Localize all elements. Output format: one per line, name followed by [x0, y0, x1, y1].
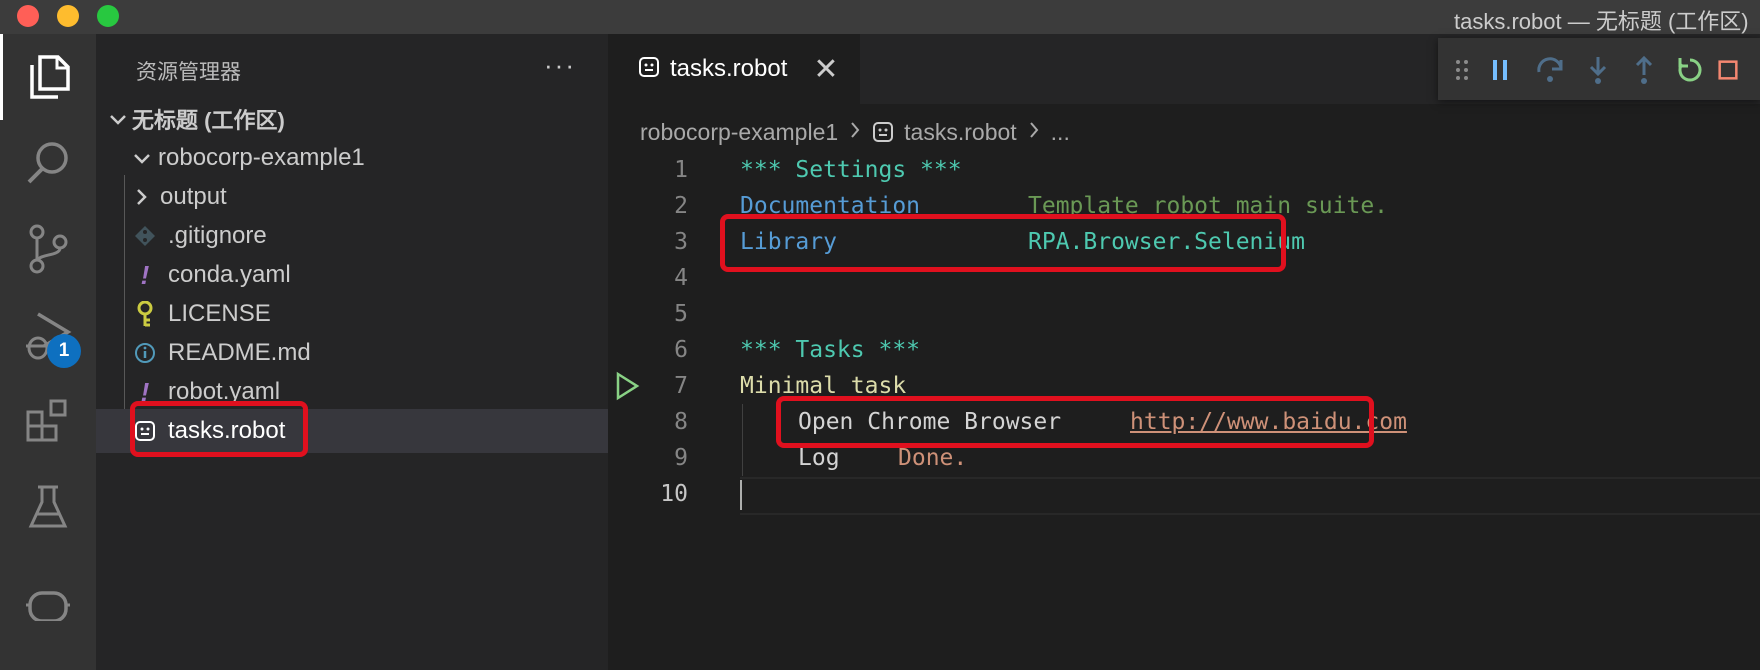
- step-out-icon[interactable]: [1626, 52, 1662, 88]
- robocorp-activity[interactable]: [0, 566, 96, 636]
- drag-handle-icon[interactable]: [1444, 52, 1480, 88]
- tree-item-output[interactable]: output: [96, 175, 608, 219]
- line-number: 9: [674, 445, 688, 471]
- line-number: 2: [674, 193, 688, 219]
- step-over-icon[interactable]: [1532, 52, 1568, 88]
- highlight-box-library: [720, 214, 1286, 272]
- line-number: 5: [674, 301, 688, 327]
- tree-item-license[interactable]: LICENSE: [96, 292, 608, 336]
- tree-item-label: conda.yaml: [168, 261, 291, 288]
- pause-icon[interactable]: [1482, 52, 1518, 88]
- code-line: 5: [608, 296, 1760, 332]
- files-icon: [29, 55, 70, 99]
- restart-icon[interactable]: [1672, 52, 1708, 88]
- line-number: 8: [674, 409, 688, 435]
- text-cursor: [740, 480, 742, 510]
- highlight-box-open-browser: [776, 396, 1374, 448]
- tree-item-label: README.md: [168, 339, 311, 366]
- tree-item-readme[interactable]: README.md: [96, 331, 608, 375]
- chevron-right-icon: [1029, 119, 1039, 145]
- robot-icon: [26, 591, 70, 621]
- highlight-box-tasks-robot: [130, 401, 308, 457]
- source-control-activity[interactable]: [0, 206, 96, 292]
- indent-guide: [742, 404, 743, 476]
- line-number: 10: [660, 481, 688, 507]
- close-icon[interactable]: ✕: [813, 52, 838, 87]
- chevron-right-icon: [850, 119, 860, 145]
- search-activity[interactable]: [0, 120, 96, 206]
- explorer-sidebar: 资源管理器 ··· 无标题 (工作区) robocorp-example1 ou…: [96, 34, 608, 670]
- tree-item-gitignore[interactable]: .gitignore: [96, 214, 608, 258]
- title-bar: tasks.robot — 无标题 (工作区): [0, 0, 1760, 34]
- tab-bar: tasks.robot ✕: [608, 34, 1760, 104]
- code-line: 1 *** Settings ***: [608, 152, 1760, 188]
- minimize-window-button[interactable]: [57, 5, 79, 27]
- chevron-right-icon: [130, 188, 154, 206]
- tree-item-conda-yaml[interactable]: ! conda.yaml: [96, 253, 608, 297]
- explorer-activity[interactable]: [0, 34, 96, 120]
- info-icon: [130, 342, 160, 364]
- tab-label: tasks.robot: [670, 55, 788, 82]
- stop-icon[interactable]: [1718, 52, 1738, 88]
- run-debug-activity[interactable]: 1: [0, 292, 96, 378]
- tree-item-label: output: [160, 183, 227, 210]
- testing-activity[interactable]: [0, 464, 96, 550]
- folder-row[interactable]: robocorp-example1: [96, 136, 608, 180]
- tree-item-label: LICENSE: [168, 300, 271, 327]
- workspace-row[interactable]: 无标题 (工作区): [96, 97, 608, 141]
- license-key-icon: [130, 301, 160, 327]
- code-text: *** Settings ***: [740, 157, 962, 183]
- chevron-down-icon: [130, 144, 154, 172]
- git-icon: [130, 225, 160, 247]
- more-actions-button[interactable]: ···: [544, 50, 576, 81]
- breadcrumb: robocorp-example1 tasks.robot ...: [640, 116, 1070, 148]
- breadcrumb-folder[interactable]: robocorp-example1: [640, 119, 838, 146]
- robot-file-icon: [872, 121, 894, 143]
- debug-badge: 1: [47, 334, 81, 368]
- yaml-exclamation-icon: !: [140, 259, 150, 290]
- code-line: 6 *** Tasks ***: [608, 332, 1760, 368]
- line-number: 3: [674, 229, 688, 255]
- line-number: 6: [674, 337, 688, 363]
- editor-area: tasks.robot ✕ robocorp-example1 tasks.ro…: [608, 34, 1760, 670]
- explorer-title: 资源管理器: [136, 61, 241, 84]
- extensions-activity[interactable]: [0, 378, 96, 464]
- tab-tasks-robot[interactable]: tasks.robot ✕: [608, 34, 860, 104]
- line-number: 4: [674, 265, 688, 291]
- breadcrumb-more[interactable]: ...: [1051, 119, 1070, 146]
- extensions-icon: [26, 399, 67, 442]
- breadcrumb-file[interactable]: tasks.robot: [904, 119, 1017, 146]
- line-number: 7: [674, 373, 688, 399]
- source-control-icon: [29, 224, 68, 274]
- folder-label: robocorp-example1: [158, 144, 365, 171]
- line-number: 1: [674, 157, 688, 183]
- close-window-button[interactable]: [17, 5, 39, 27]
- step-into-icon[interactable]: [1580, 52, 1616, 88]
- code-text: *** Tasks ***: [740, 337, 921, 363]
- workspace-label: 无标题 (工作区): [132, 108, 285, 133]
- robot-file-icon: [638, 56, 660, 83]
- maximize-window-button[interactable]: [97, 5, 119, 27]
- activity-bar: 1: [0, 34, 96, 670]
- search-icon: [27, 142, 68, 184]
- chevron-down-icon: [106, 105, 130, 133]
- window-title: tasks.robot — 无标题 (工作区): [1454, 9, 1749, 34]
- tree-item-label: .gitignore: [168, 222, 267, 249]
- flask-icon: [28, 485, 68, 528]
- current-line-highlight: [740, 477, 1760, 515]
- debug-toolbar: [1438, 38, 1760, 100]
